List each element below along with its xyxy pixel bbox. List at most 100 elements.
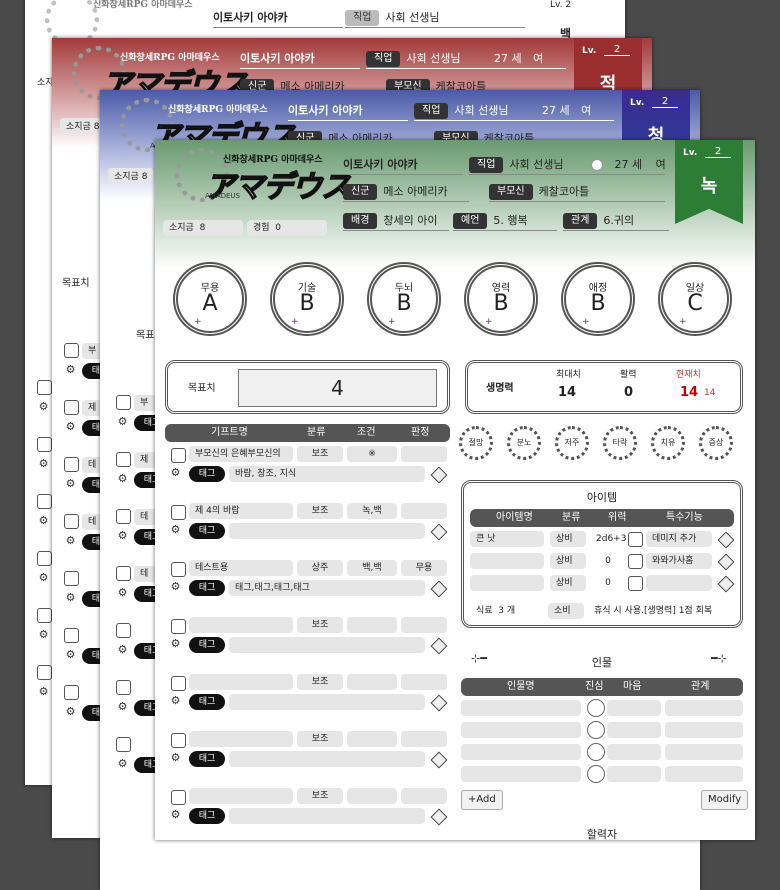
gear-icon[interactable]: ⚙ (64, 705, 77, 718)
item-type[interactable]: 상비 (550, 575, 586, 591)
gift-icon[interactable] (37, 437, 52, 452)
job-field[interactable]: 직업 사회 선생님 27 세 여 (469, 156, 666, 175)
item-name[interactable] (470, 575, 544, 591)
plus-icon[interactable]: + (291, 317, 299, 327)
gift-tags[interactable] (229, 808, 425, 824)
gift-cond[interactable] (347, 617, 397, 633)
gift-tags[interactable]: 태그,태그,태그,태그 (229, 580, 425, 596)
gear-icon[interactable]: ⚙ (116, 415, 129, 428)
add-button[interactable]: +Add (461, 790, 503, 810)
plus-icon[interactable]: + (679, 317, 687, 327)
person-heart[interactable] (607, 766, 661, 782)
gift-cond[interactable] (347, 731, 397, 747)
person-heart[interactable] (607, 744, 661, 760)
money-field[interactable]: 소지금 8 (163, 220, 243, 236)
gift-icon[interactable] (116, 452, 131, 467)
gear-icon[interactable]: ⚙ (37, 685, 50, 698)
diamond-icon[interactable] (430, 751, 448, 769)
stat-0[interactable]: 무용 A + (173, 262, 247, 336)
gear-icon[interactable]: ⚙ (37, 571, 50, 584)
name-field[interactable]: 이토사키 아야카 (240, 50, 360, 69)
diamond-icon[interactable] (430, 694, 448, 712)
goal-value-field[interactable]: 4 (238, 369, 437, 407)
item-name[interactable]: 큰 낫 (470, 531, 544, 547)
gift-icon[interactable] (171, 619, 186, 634)
person-relation[interactable] (665, 766, 743, 782)
stat-1[interactable]: 기술 B + (270, 262, 344, 336)
front-sheet-green[interactable]: 신화창세RPG 아마데우스 アマデウス AMADEUS 이토사키 아야카 직업 사… (155, 140, 755, 840)
gear-icon[interactable]: ⚙ (116, 643, 129, 656)
gear-icon[interactable]: ⚙ (37, 514, 50, 527)
diamond-icon[interactable] (430, 466, 448, 484)
job-field[interactable]: 직업 사회 선생님 27 세 여 (414, 102, 614, 121)
diamond-icon[interactable] (430, 808, 448, 826)
gear-icon[interactable]: ⚙ (37, 457, 50, 470)
relation-field[interactable]: 관계 6.귀의 (563, 212, 669, 231)
status-toggle-3[interactable]: 타락 (603, 426, 637, 460)
diamond-icon[interactable] (717, 575, 735, 593)
item-power[interactable]: 0 (590, 553, 626, 569)
item-name[interactable] (470, 553, 544, 569)
person-heart[interactable] (607, 722, 661, 738)
gear-icon[interactable]: ⚙ (169, 694, 182, 707)
name-field[interactable]: 이토사키 아야카 (343, 156, 463, 175)
gift-icon[interactable] (116, 509, 131, 524)
person-relation[interactable] (665, 722, 743, 738)
plus-icon[interactable]: + (388, 317, 396, 327)
job-field[interactable]: 직업 사회 선생님 (345, 9, 525, 28)
status-toggle-5[interactable]: 증상 (699, 426, 733, 460)
background-field[interactable]: 배경 창세의 아이 (343, 212, 449, 231)
gear-icon[interactable]: ⚙ (169, 580, 182, 593)
gift-cond[interactable] (347, 788, 397, 804)
gift-type[interactable]: 보조 (297, 788, 343, 804)
gift-icon[interactable] (37, 380, 52, 395)
person-sincere-radio[interactable] (587, 765, 605, 783)
person-sincere-radio[interactable] (587, 721, 605, 739)
gift-icon[interactable] (171, 562, 186, 577)
item-icon[interactable] (628, 532, 643, 547)
diamond-icon[interactable] (430, 637, 448, 655)
gear-icon[interactable]: ⚙ (64, 363, 77, 376)
gift-type[interactable]: 상주 (297, 560, 343, 576)
name-field[interactable]: 이토사키 아야카 (213, 9, 343, 28)
stat-4[interactable]: 애정 B + (561, 262, 635, 336)
status-toggle-0[interactable]: 절망 (459, 426, 493, 460)
gear-icon[interactable]: ⚙ (64, 477, 77, 490)
person-name[interactable] (461, 700, 581, 716)
hp-vit-value[interactable]: 0 (624, 385, 633, 400)
gift-name[interactable] (189, 731, 293, 747)
item-type[interactable]: 상비 (550, 553, 586, 569)
gift-cond[interactable]: 녹,백 (347, 503, 397, 519)
gift-name[interactable] (189, 617, 293, 633)
gift-icon[interactable] (37, 665, 52, 680)
hp-cur-value[interactable]: 14 (680, 385, 698, 400)
gift-judge[interactable] (401, 674, 447, 690)
gear-icon[interactable]: ⚙ (64, 648, 77, 661)
item-func[interactable] (646, 575, 712, 591)
gift-name[interactable]: 부모신의 은혜부모신의 (189, 446, 293, 462)
gift-icon[interactable] (171, 505, 186, 520)
gift-icon[interactable] (171, 676, 186, 691)
plus-icon[interactable]: + (194, 317, 202, 327)
stat-3[interactable]: 영력 B + (464, 262, 538, 336)
gift-tags[interactable] (229, 694, 425, 710)
gear-icon[interactable]: ⚙ (64, 534, 77, 547)
gear-icon[interactable]: ⚙ (169, 637, 182, 650)
plus-icon[interactable]: + (485, 317, 493, 327)
gift-icon[interactable] (116, 623, 131, 638)
gear-icon[interactable]: ⚙ (116, 757, 129, 770)
gift-type[interactable]: 보조 (297, 674, 343, 690)
gear-icon[interactable]: ⚙ (37, 400, 50, 413)
gift-judge[interactable]: 무용 (401, 560, 447, 576)
gift-type[interactable]: 보조 (297, 617, 343, 633)
gift-judge[interactable] (401, 617, 447, 633)
item-icon[interactable] (628, 554, 643, 569)
gift-tags[interactable]: 바람, 창조, 지식 (229, 466, 425, 482)
gear-icon[interactable]: ⚙ (64, 591, 77, 604)
modify-button[interactable]: Modify (701, 790, 749, 810)
gift-name[interactable] (189, 788, 293, 804)
gift-tags[interactable] (229, 751, 425, 767)
gift-icon[interactable] (171, 448, 186, 463)
gear-icon[interactable]: ⚙ (116, 472, 129, 485)
gift-icon[interactable] (171, 790, 186, 805)
